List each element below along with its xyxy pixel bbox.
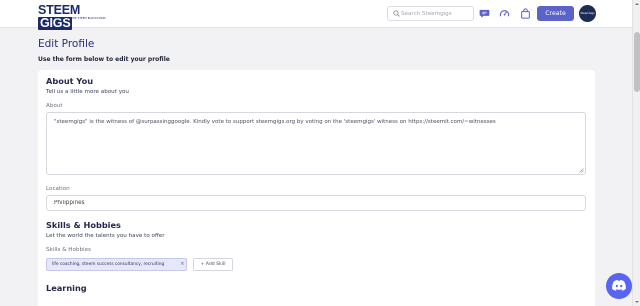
location-label: Location bbox=[46, 186, 70, 192]
skills-section-title: Skills & Hobbies bbox=[46, 220, 121, 230]
about-section-description: Tell us a little more about you bbox=[46, 89, 129, 95]
scroll-down-arrow-icon[interactable] bbox=[634, 299, 640, 305]
skill-chip-text: life coaching, steem success consultancy… bbox=[52, 262, 165, 267]
page-scrollbar[interactable] bbox=[632, 0, 640, 306]
profile-form-card: About You Tell us a little more about yo… bbox=[38, 70, 595, 306]
discord-icon bbox=[612, 280, 626, 291]
about-section-title: About You bbox=[46, 76, 94, 86]
shopping-bag-icon[interactable] bbox=[520, 8, 531, 19]
search-input[interactable] bbox=[401, 8, 471, 19]
learning-section-title: Learning bbox=[46, 283, 87, 293]
search-box[interactable] bbox=[387, 6, 474, 21]
page-title: Edit Profile bbox=[38, 38, 95, 50]
scroll-up-arrow-icon[interactable] bbox=[634, 1, 640, 7]
avatar[interactable]: SteemGigs bbox=[579, 5, 596, 22]
logo-tagline: POWERED BY THE STEEM BLOCKCHAIN bbox=[52, 17, 106, 20]
location-input[interactable] bbox=[46, 195, 586, 211]
skills-label: Skills & Hobbies bbox=[46, 247, 91, 253]
page-subtitle: Use the form below to edit your profile bbox=[38, 56, 170, 63]
top-nav: STEEMGIGS POWERED BY THE STEEM BLOCKCHAI… bbox=[0, 0, 632, 30]
skills-section-description: Let the world the talents you have to of… bbox=[46, 233, 165, 239]
discord-button[interactable] bbox=[606, 273, 632, 299]
chat-icon[interactable] bbox=[479, 8, 490, 19]
scrollbar-thumb[interactable] bbox=[634, 32, 640, 92]
add-skill-button[interactable]: + Add Skill bbox=[193, 258, 233, 271]
logo-word-a: STEEM bbox=[38, 3, 81, 17]
dashboard-icon[interactable] bbox=[499, 8, 510, 19]
create-button[interactable]: Create bbox=[537, 6, 574, 21]
search-icon bbox=[393, 10, 400, 17]
logo[interactable]: STEEMGIGS POWERED BY THE STEEM BLOCKCHAI… bbox=[38, 3, 106, 30]
about-label: About bbox=[46, 103, 63, 109]
skill-chip: life coaching, steem success consultancy… bbox=[46, 258, 187, 271]
about-textarea[interactable]: "steemgigs" is the witness of @surpassin… bbox=[46, 112, 586, 175]
resize-handle-icon[interactable] bbox=[579, 168, 584, 173]
remove-skill-icon[interactable]: × bbox=[180, 261, 185, 268]
